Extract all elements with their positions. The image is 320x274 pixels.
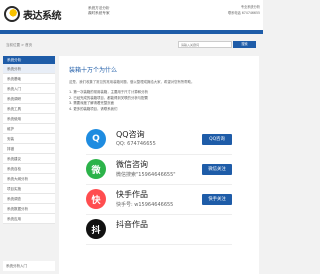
kuaishou-icon: 快 — [86, 189, 106, 209]
sidebar-heading: 系统分析 — [3, 56, 55, 64]
sidebar-item[interactable]: 系统入门 — [3, 84, 55, 94]
header-contact: 专业系统分析 联系电话 674746655 — [228, 4, 260, 16]
logo-icon — [4, 6, 20, 22]
breadcrumb-bar: 当前位置 > 首页 搜索 — [0, 40, 263, 52]
kuaishou-card-title: 快手作品 — [116, 190, 148, 199]
sidebar-item[interactable]: 系统大纲分析 — [3, 174, 55, 184]
wechat-card-title: 微信咨询 — [116, 160, 148, 169]
douyin-card-title: 抖音作品 — [116, 220, 148, 229]
logo-text: 表达系统 — [23, 10, 62, 22]
sidebar-item[interactable]: 系统调查 — [3, 194, 55, 204]
wechat-card-number: 微信搜索"15964646655" — [116, 172, 176, 178]
logo[interactable]: 表达系统 — [4, 3, 74, 25]
douyin-card: 抖 抖音作品 — [86, 217, 232, 245]
sidebar-item[interactable]: 系统应用 — [3, 214, 55, 224]
kuaishou-card-number: 快手号: w15964646655 — [116, 202, 174, 208]
qq-card-number: QQ: 674746655 — [116, 141, 156, 147]
sidebar-item[interactable]: 系统数据分析 — [3, 204, 55, 214]
page-title: 装箱十万个为什么 — [69, 67, 118, 74]
slogan-line-2: 鼎时系统专家 — [88, 11, 110, 15]
search-button[interactable]: 搜索 — [233, 41, 256, 48]
sidebar-item[interactable]: 系统分析 — [3, 64, 55, 74]
wechat-follow-button[interactable]: 微信关注 — [202, 164, 232, 175]
sidebar-item[interactable]: 系统建议 — [3, 154, 55, 164]
wechat-card: 微 微信咨询 微信搜索"15964646655" 微信关注 — [86, 157, 232, 185]
header-contact-line-2: 联系电话 674746655 — [227, 11, 260, 15]
sidebar: 系统分析 系统分析 系统基础 系统入门 系统调研 系统工具 系统使用 维护 安装… — [3, 56, 55, 224]
slogan: 系统方法分析 鼎时系统专家 — [88, 6, 110, 16]
sidebar-item[interactable]: 系统调研 — [3, 94, 55, 104]
qq-card: Q QQ咨询 QQ: 674746655 QQ咨询 — [86, 127, 232, 155]
nav-bar — [0, 30, 263, 34]
search-input[interactable] — [178, 41, 232, 48]
sidebar-bottom-link[interactable]: 系统分析入门 — [3, 261, 55, 271]
sidebar-item[interactable]: 维护 — [3, 124, 55, 134]
sidebar-item[interactable]: 系统使用 — [3, 114, 55, 124]
qq-consult-button[interactable]: QQ咨询 — [202, 134, 232, 145]
douyin-icon: 抖 — [86, 219, 106, 239]
breadcrumb[interactable]: 当前位置 > 首页 — [6, 43, 32, 48]
sidebar-item[interactable]: 系统基础 — [3, 74, 55, 84]
sidebar-item[interactable]: 系统工具 — [3, 104, 55, 114]
tip-line: 4. 更多的装箱项目，请联系我们 — [69, 106, 118, 111]
sidebar-item[interactable]: 项目实施 — [3, 184, 55, 194]
intro-text: 这是，我们收集了常见的常用装箱问题，做以整理成篇给大家，希望对您有所帮助。 — [69, 80, 195, 84]
qq-card-title: QQ咨询 — [116, 130, 145, 139]
sidebar-item[interactable]: 安装 — [3, 134, 55, 144]
header: 表达系统 系统方法分析 鼎时系统专家 专业系统分析 联系电话 674746655 — [0, 0, 263, 30]
qq-icon: Q — [86, 129, 106, 149]
wechat-icon: 微 — [86, 159, 106, 179]
kuaishou-follow-button[interactable]: 快手关注 — [202, 194, 232, 205]
kuaishou-card: 快 快手作品 快手号: w15964646655 快手关注 — [86, 187, 232, 215]
sidebar-item[interactable]: 系统自检 — [3, 164, 55, 174]
main-content: 装箱十万个为什么 这是，我们收集了常见的常用装箱问题，做以整理成篇给大家，希望对… — [59, 56, 259, 274]
sidebar-item[interactable]: 排错 — [3, 144, 55, 154]
contact-cards: Q QQ咨询 QQ: 674746655 QQ咨询 微 微信咨询 微信搜索"15… — [86, 127, 232, 247]
